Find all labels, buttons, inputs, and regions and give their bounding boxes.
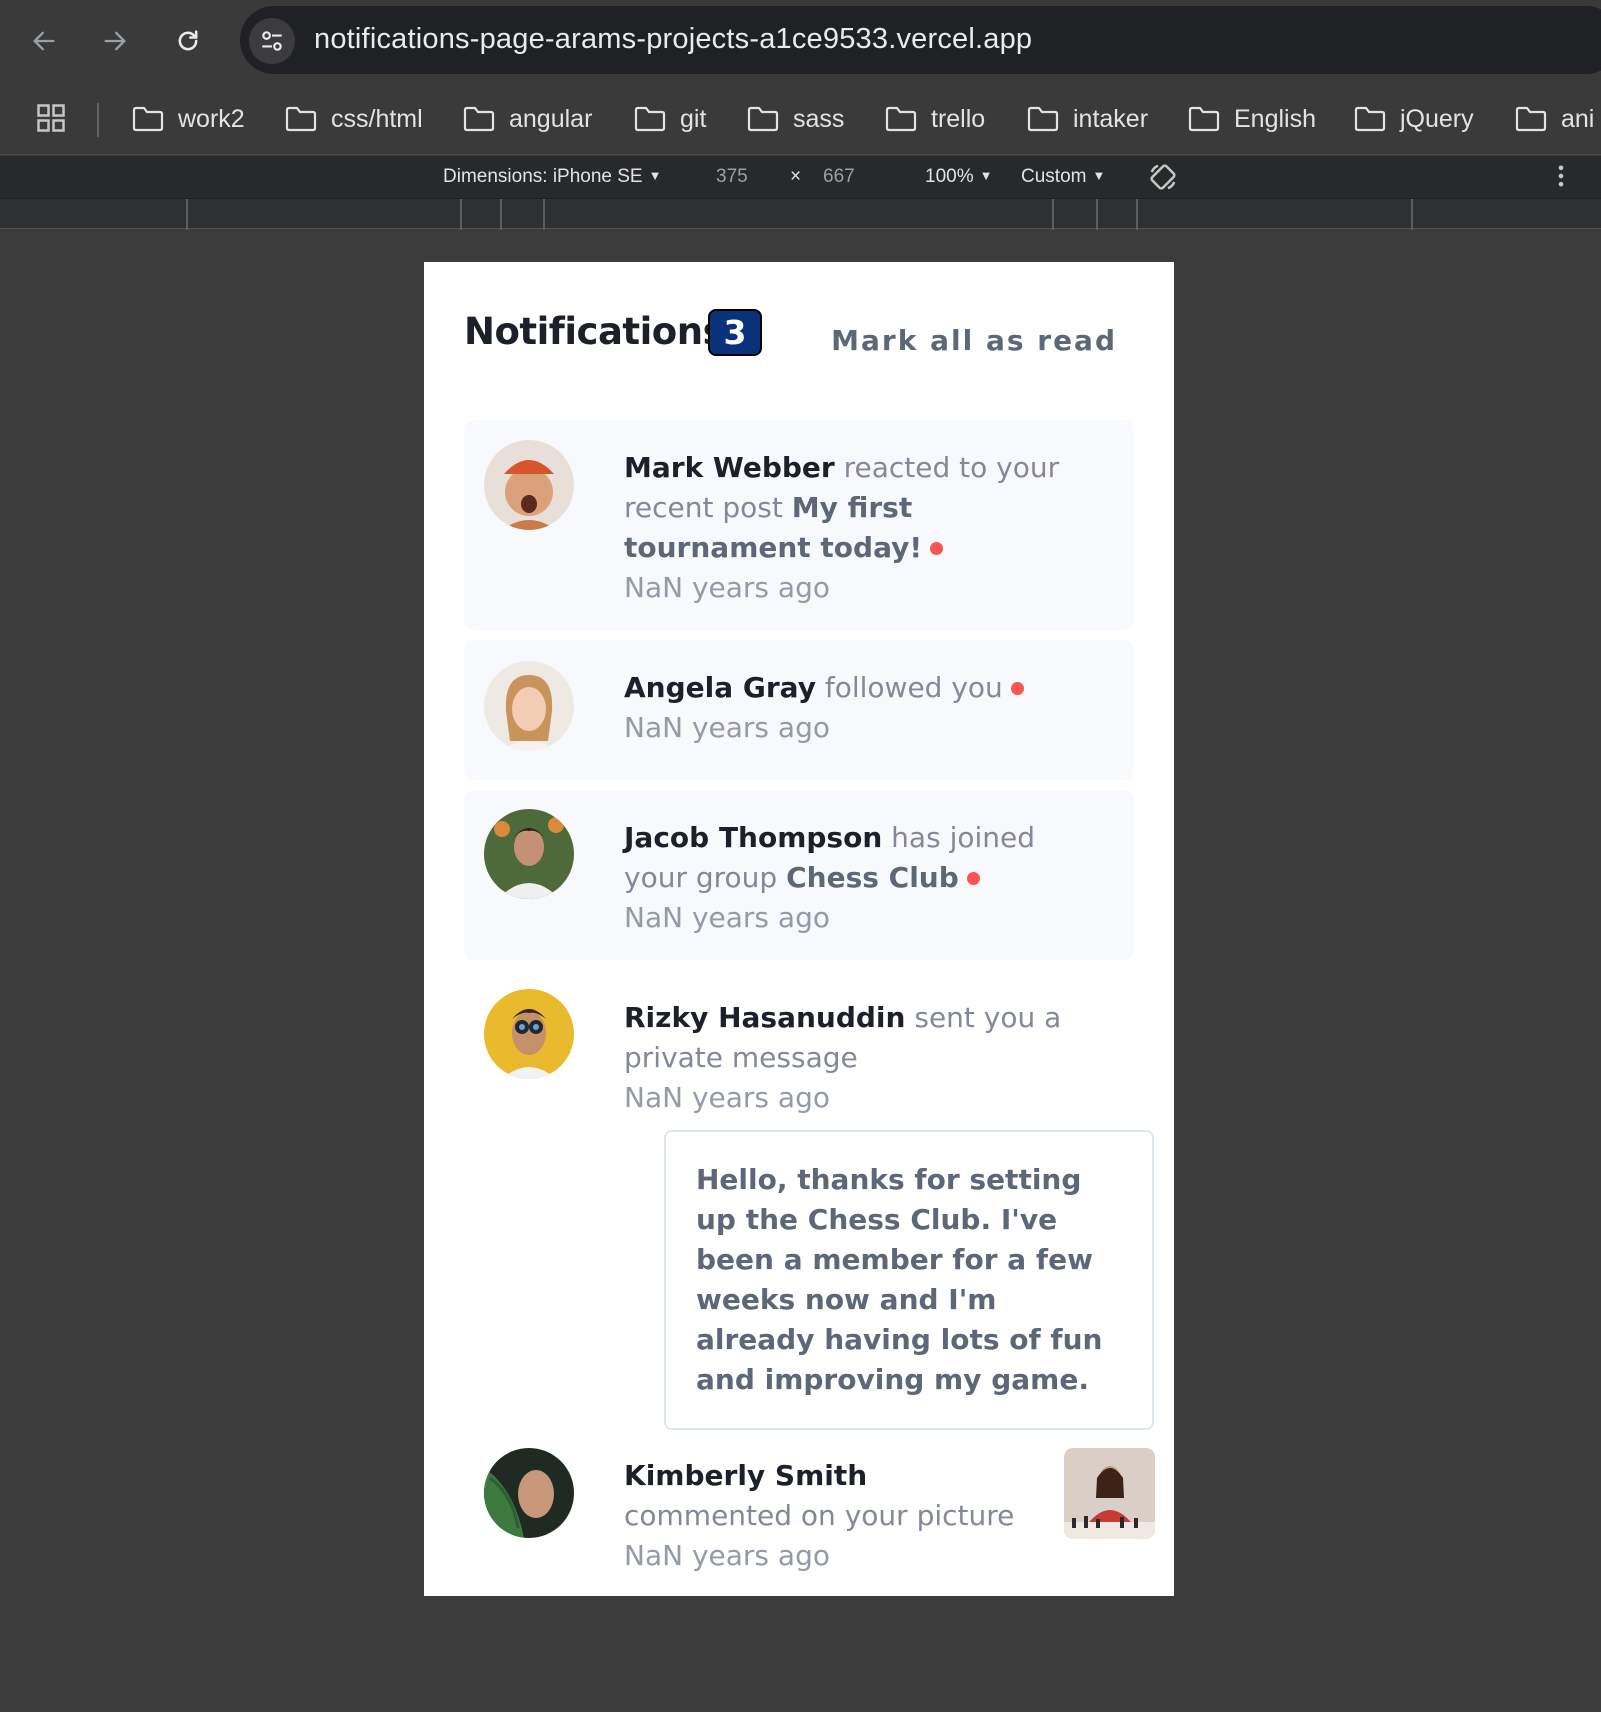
arrow-left-icon [33,31,55,51]
notification-time: NaN years ago [624,711,830,744]
bookmark-item[interactable]: sass [747,101,844,137]
notification-user[interactable]: Rizky Hasanuddin [624,1001,905,1034]
url-text[interactable]: notifications-page-arams-projects-a1ce95… [314,23,1032,56]
back-button[interactable] [21,18,67,64]
avatar [484,1448,574,1538]
notification-item[interactable]: Mark Webber reacted to your recent post … [464,420,1134,630]
notification-user[interactable]: Angela Gray [624,671,816,704]
folder-icon [634,106,666,132]
device-toolbar: Dimensions: iPhone SE ▼ 375 × 667 100% ▼ C… [0,156,1601,198]
private-message[interactable]: Hello, thanks for setting up the Chess C… [664,1130,1154,1430]
unread-dot [966,872,980,885]
notification-text: Jacob Thompson has joined your group Che… [624,818,1094,938]
unread-dot [930,542,944,555]
notification-text: Mark Webber reacted to your recent post … [624,448,1094,608]
device-select[interactable]: Dimensions: iPhone SE ▼ [443,166,661,188]
notification-time: NaN years ago [624,1539,830,1572]
reload-icon [178,30,198,51]
notification-text: Angela Gray followed you NaN years ago [624,668,1094,748]
site-info-button[interactable] [249,18,295,64]
page-title: Notifications [464,310,725,353]
notifications-page: Notifications 3 Mark all as read Mark We… [424,262,1174,1596]
address-bar[interactable]: notifications-page-arams-projects-a1ce95… [240,6,1601,74]
bookmark-label: work2 [178,104,245,133]
browser-toolbar: notifications-page-arams-projects-a1ce95… [0,0,1601,83]
width-input[interactable]: 375 [716,166,748,188]
tune-icon [262,31,282,51]
height-input[interactable]: 667 [823,166,855,188]
throttle-select[interactable]: Custom ▼ [1021,166,1105,188]
notification-action: commented on your picture [624,1499,1015,1532]
notification-user[interactable]: Kimberly Smith [624,1459,867,1492]
notification-time: NaN years ago [624,901,830,934]
notification-text: Kimberly Smith commented on your picture… [624,1456,1044,1576]
bookmark-label: English [1234,104,1316,133]
bookmarks-separator [97,103,99,137]
rotate-button[interactable] [1148,162,1178,198]
notification-item[interactable]: Jacob Thompson has joined your group Che… [464,790,1134,960]
folder-icon [132,106,164,132]
arrow-right-icon [104,31,126,51]
bookmark-label: css/html [331,104,423,133]
mark-all-read-button[interactable]: Mark all as read [831,324,1117,357]
bookmark-label: intaker [1073,104,1149,133]
notification-item[interactable]: Rizky Hasanuddin sent you a private mess… [464,970,1154,1430]
apps-grid-icon[interactable] [36,103,66,138]
bookmark-item[interactable]: git [634,101,706,137]
kebab-menu-icon [1558,165,1564,187]
notification-user[interactable]: Mark Webber [624,451,835,484]
bookmark-label: git [680,104,707,133]
folder-icon [1515,106,1547,132]
avatar [484,809,574,899]
dropdown-caret-icon: ▼ [648,168,662,183]
times-icon: × [790,166,802,187]
notification-text: Rizky Hasanuddin sent you a private mess… [624,998,1094,1118]
zoom-select[interactable]: 100% ▼ [925,166,992,188]
rotate-icon [1150,164,1176,190]
folder-icon [463,106,495,132]
bookmark-item[interactable]: work2 [132,101,245,137]
bookmark-item[interactable]: English [1188,101,1316,137]
forward-button[interactable] [92,18,138,64]
media-query-ruler [0,198,1601,230]
notification-action: followed you [824,671,1003,704]
notification-item[interactable]: Angela Gray followed you NaN years ago [464,640,1134,780]
more-options-button[interactable] [1556,162,1566,196]
bookmark-label: ani [1561,104,1595,133]
folder-icon [285,106,317,132]
avatar [484,661,574,751]
bookmarks-bar: work2 css/html angular git sass trello intaker… [0,83,1601,155]
folder-icon [1188,106,1220,132]
notification-time: NaN years ago [624,571,830,604]
reload-button[interactable] [165,18,211,64]
commented-picture[interactable] [1064,1448,1155,1539]
bookmark-item[interactable]: jQuery [1354,101,1474,137]
unread-count-badge: 3 [708,309,762,356]
throttle-label: Custom [1021,166,1087,187]
folder-icon [1354,106,1386,132]
avatar [484,440,574,530]
bookmark-item[interactable]: ani [1515,101,1594,137]
notification-time: NaN years ago [624,1081,830,1114]
bookmark-item[interactable]: css/html [285,101,423,137]
folder-icon [747,106,779,132]
dropdown-caret-icon: ▼ [979,168,993,183]
bookmark-item[interactable]: intaker [1027,101,1148,137]
bookmark-label: angular [509,104,593,133]
notification-item[interactable]: Kimberly Smith commented on your picture… [464,1428,1155,1596]
folder-icon [1027,106,1059,132]
notification-target[interactable]: Chess Club [786,861,959,894]
dropdown-caret-icon: ▼ [1092,168,1106,183]
unread-dot [1010,682,1024,695]
device-label: Dimensions: iPhone SE [443,166,643,187]
bookmark-label: sass [793,104,845,133]
notification-user[interactable]: Jacob Thompson [624,821,882,854]
avatar [484,989,574,1079]
bookmark-item[interactable]: trello [885,101,985,137]
zoom-label: 100% [925,166,974,187]
folder-icon [885,106,917,132]
bookmark-label: jQuery [1400,104,1474,133]
bookmark-label: trello [931,104,986,133]
bookmark-item[interactable]: angular [463,101,592,137]
